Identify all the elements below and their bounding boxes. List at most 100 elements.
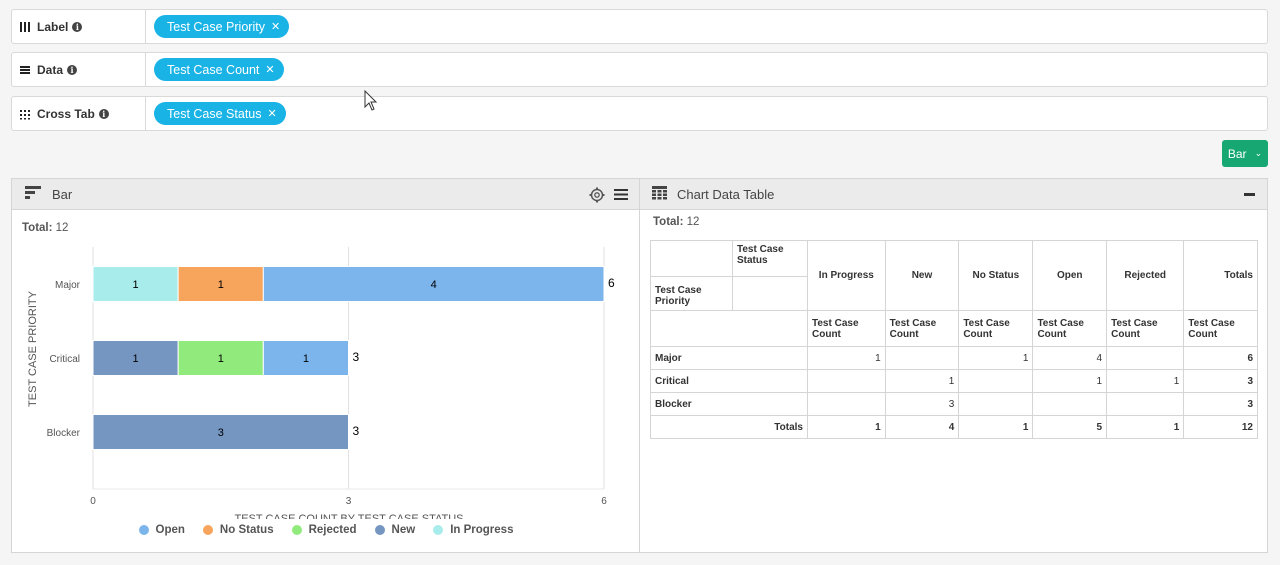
remove-chip-icon[interactable]: ✕ bbox=[268, 107, 277, 120]
column-header: Rejected bbox=[1106, 240, 1185, 311]
table-row: Critical 1 1 1 3 bbox=[650, 369, 1258, 393]
column-header: In Progress bbox=[807, 240, 886, 311]
legend-label: No Status bbox=[219, 524, 274, 536]
data-table-panel: Chart Data Table Total: 12 Test Case Sta… bbox=[639, 178, 1268, 553]
totals-cell: 1 bbox=[807, 415, 886, 439]
minimize-icon[interactable] bbox=[1244, 193, 1255, 196]
legend-swatch bbox=[291, 525, 302, 535]
legend-item[interactable]: New bbox=[374, 524, 416, 536]
totals-label: Totals bbox=[650, 415, 808, 439]
menu-icon[interactable] bbox=[614, 188, 628, 204]
y-axis-title: TEST CASE PRIORITY bbox=[27, 290, 39, 407]
crosstab-chip[interactable]: Test Case Status ✕ bbox=[154, 102, 286, 125]
table-cell: 1 bbox=[1106, 369, 1185, 393]
info-icon[interactable]: i bbox=[72, 21, 83, 32]
legend-item[interactable]: Rejected bbox=[291, 524, 357, 536]
table-row: Blocker 3 3 bbox=[650, 392, 1258, 416]
legend-swatch bbox=[433, 525, 444, 535]
column-header: Totals bbox=[1183, 240, 1258, 311]
table-total: Total: 12 bbox=[653, 216, 699, 228]
chart-total: Total: 12 bbox=[22, 222, 68, 234]
crosstab-config-row: Cross Tab i Test Case Status ✕ bbox=[11, 96, 1268, 131]
legend-item[interactable]: No Status bbox=[202, 524, 274, 536]
bar-segment-label: 1 bbox=[133, 353, 139, 365]
data-config-title: Data bbox=[37, 62, 64, 77]
table-cell: 4 bbox=[1032, 346, 1108, 370]
chart-total-label: Total: bbox=[22, 222, 53, 234]
legend-item[interactable]: Open bbox=[138, 524, 185, 536]
data-chip-text: Test Case Count bbox=[167, 62, 260, 77]
subheader-cell: Test Case Count bbox=[884, 310, 960, 347]
subheader-cell: Test Case Count bbox=[807, 310, 886, 347]
x-tick-label: 6 bbox=[601, 496, 607, 507]
bar-segment-label: 4 bbox=[431, 279, 437, 291]
bar-segment-label: 1 bbox=[303, 353, 309, 365]
column-header: New bbox=[884, 240, 960, 311]
subheader-cell: Test Case Count bbox=[1183, 310, 1258, 347]
chevron-down-icon: ⌄ bbox=[1254, 148, 1263, 158]
table-total-label: Total: bbox=[653, 216, 684, 228]
mouse-cursor-icon bbox=[364, 90, 378, 111]
corner-empty-cell bbox=[650, 240, 733, 277]
chart-total-value: 12 bbox=[55, 222, 69, 234]
table-cell bbox=[1106, 392, 1185, 416]
label-config-title: Label bbox=[37, 19, 69, 34]
table-cell bbox=[807, 392, 886, 416]
legend-label: In Progress bbox=[450, 524, 514, 536]
row-label: Major bbox=[650, 346, 808, 370]
chart-panel-header: Bar bbox=[12, 179, 639, 210]
legend-swatch bbox=[374, 525, 385, 535]
table-cell bbox=[807, 369, 886, 393]
table-cell: 3 bbox=[1183, 392, 1258, 416]
info-icon[interactable]: i bbox=[67, 64, 78, 75]
table-cell: 3 bbox=[1183, 369, 1258, 393]
chart-legend: Open No Status Rejected New In Progress bbox=[12, 524, 640, 536]
legend-swatch bbox=[202, 525, 213, 535]
cross-tab-table: Test Case Status In Progress New No Stat… bbox=[650, 240, 1258, 439]
columns-icon bbox=[19, 21, 31, 33]
x-tick-label: 0 bbox=[90, 496, 96, 507]
table-grid-icon bbox=[652, 185, 667, 203]
gear-icon[interactable] bbox=[589, 187, 605, 206]
legend-item[interactable]: In Progress bbox=[433, 524, 513, 536]
grid-dots-icon bbox=[19, 108, 31, 120]
y-category-label: Critical bbox=[49, 354, 80, 365]
subheader-empty-cell bbox=[650, 310, 808, 347]
label-chip[interactable]: Test Case Priority ✕ bbox=[154, 15, 290, 38]
data-chip[interactable]: Test Case Count ✕ bbox=[154, 58, 284, 81]
bar-total-label: 3 bbox=[353, 350, 360, 364]
remove-chip-icon[interactable]: ✕ bbox=[271, 20, 280, 33]
bar-chart-icon bbox=[24, 185, 42, 204]
legend-label: New bbox=[391, 524, 416, 536]
subheader-cell: Test Case Count bbox=[1032, 310, 1108, 347]
table-cell bbox=[884, 346, 960, 370]
table-cell: 1 bbox=[1032, 369, 1108, 393]
label-chip-text: Test Case Priority bbox=[167, 19, 265, 34]
bar-segment-label: 3 bbox=[218, 427, 224, 439]
table-cell bbox=[1032, 392, 1108, 416]
cross-tab-body: Major 1 1 4 6 Critical 1 1 1 3 Blocker 3 3 Totals 1 4 1 5… bbox=[650, 346, 1258, 439]
legend-label: Open bbox=[155, 524, 185, 536]
bar-segment-label: 1 bbox=[218, 279, 224, 291]
x-tick-label: 3 bbox=[346, 496, 352, 507]
chart-type-label: Bar bbox=[1227, 146, 1247, 161]
table-cell: 1 bbox=[884, 369, 960, 393]
crosstab-config-title-cell: Cross Tab i bbox=[12, 97, 146, 130]
table-cell bbox=[1106, 346, 1185, 370]
chart-panel-title: Bar bbox=[52, 186, 73, 202]
y-category-label: Major bbox=[55, 280, 81, 291]
remove-chip-icon[interactable]: ✕ bbox=[265, 63, 274, 76]
table-total-value: 12 bbox=[686, 216, 700, 228]
row-label: Blocker bbox=[650, 392, 808, 416]
totals-cell: 1 bbox=[1106, 415, 1185, 439]
data-table-panel-header: Chart Data Table bbox=[640, 179, 1267, 210]
row-label: Critical bbox=[650, 369, 808, 393]
subheader-cell: Test Case Count bbox=[958, 310, 1034, 347]
chart-type-dropdown[interactable]: Bar ⌄ bbox=[1222, 140, 1268, 167]
column-header: No Status bbox=[958, 240, 1034, 311]
corner-empty-cell bbox=[732, 276, 808, 311]
x-axis-title: TEST CASE COUNT BY TEST CASE STATUS bbox=[234, 513, 463, 519]
info-icon[interactable]: i bbox=[98, 108, 109, 119]
crosstab-config-title: Cross Tab bbox=[37, 106, 95, 121]
bar-segment-label: 1 bbox=[133, 279, 139, 291]
